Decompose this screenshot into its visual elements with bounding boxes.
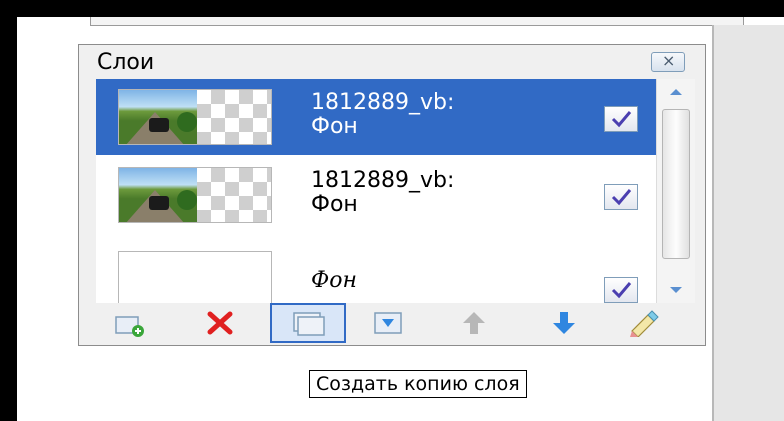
layer-row[interactable]: 1812889_vb: Фон <box>96 157 656 233</box>
close-icon: × <box>662 51 676 70</box>
screen-border-left <box>0 0 17 421</box>
scene-image <box>119 168 197 222</box>
visibility-checkbox[interactable] <box>604 106 638 132</box>
layer-properties-button[interactable] <box>624 305 664 341</box>
duplicate-layer-button[interactable] <box>270 303 346 343</box>
layer-name: 1812889_vb: Фон <box>311 168 455 217</box>
delete-layer-button[interactable] <box>200 305 240 341</box>
merge-down-icon <box>374 312 402 334</box>
background-window-frame <box>90 17 744 26</box>
duplicate-layer-icon <box>293 312 325 336</box>
bush-shape <box>177 112 197 132</box>
merge-down-button[interactable] <box>368 305 408 341</box>
properties-pencil-icon <box>630 310 659 337</box>
layers-panel: Слои × 1812889_vb: Фон 1812889_vb: Фон Ф… <box>78 44 706 346</box>
checkmark-icon <box>611 189 632 206</box>
scroll-up-button[interactable] <box>659 81 693 103</box>
arrow-up-icon <box>463 312 485 334</box>
scene-image <box>119 90 197 144</box>
layer-row[interactable]: Фон <box>96 235 656 303</box>
scroll-thumb[interactable] <box>662 109 690 259</box>
road-scene-thumbnail <box>118 89 272 145</box>
layer-name: 1812889_vb: Фон <box>311 90 455 139</box>
bush-shape <box>177 190 197 210</box>
close-button[interactable]: × <box>651 51 685 72</box>
visibility-checkbox[interactable] <box>604 184 638 210</box>
car-shape <box>149 196 169 210</box>
add-layer-icon <box>115 316 144 337</box>
panel-title: Слои <box>97 50 155 75</box>
tooltip: Создать копию слоя <box>309 370 527 398</box>
layers-list: 1812889_vb: Фон 1812889_vb: Фон Фон <box>96 79 656 303</box>
checkmark-icon <box>611 111 632 128</box>
move-down-button[interactable] <box>544 305 584 341</box>
car-shape <box>149 118 169 132</box>
checkmark-icon <box>611 282 632 299</box>
layers-scrollbar[interactable] <box>656 79 695 303</box>
transparency-checker <box>197 90 271 144</box>
background-canvas-area <box>712 25 784 421</box>
layer-name: Фон <box>311 268 357 293</box>
visibility-checkbox[interactable] <box>604 277 638 303</box>
scroll-down-button[interactable] <box>659 279 693 301</box>
chevron-up-icon <box>670 89 682 95</box>
layers-toolbar <box>96 303 696 343</box>
screen-border-top <box>0 0 784 17</box>
delete-x-icon <box>207 311 233 335</box>
move-up-button[interactable] <box>454 305 494 341</box>
layer-row-selected[interactable]: 1812889_vb: Фон <box>96 79 656 155</box>
arrow-down-icon <box>553 312 575 334</box>
blank-white-thumbnail <box>118 251 272 303</box>
transparency-checker <box>197 168 271 222</box>
add-layer-button[interactable] <box>110 305 150 341</box>
chevron-down-icon <box>670 287 682 293</box>
road-scene-thumbnail <box>118 167 272 223</box>
